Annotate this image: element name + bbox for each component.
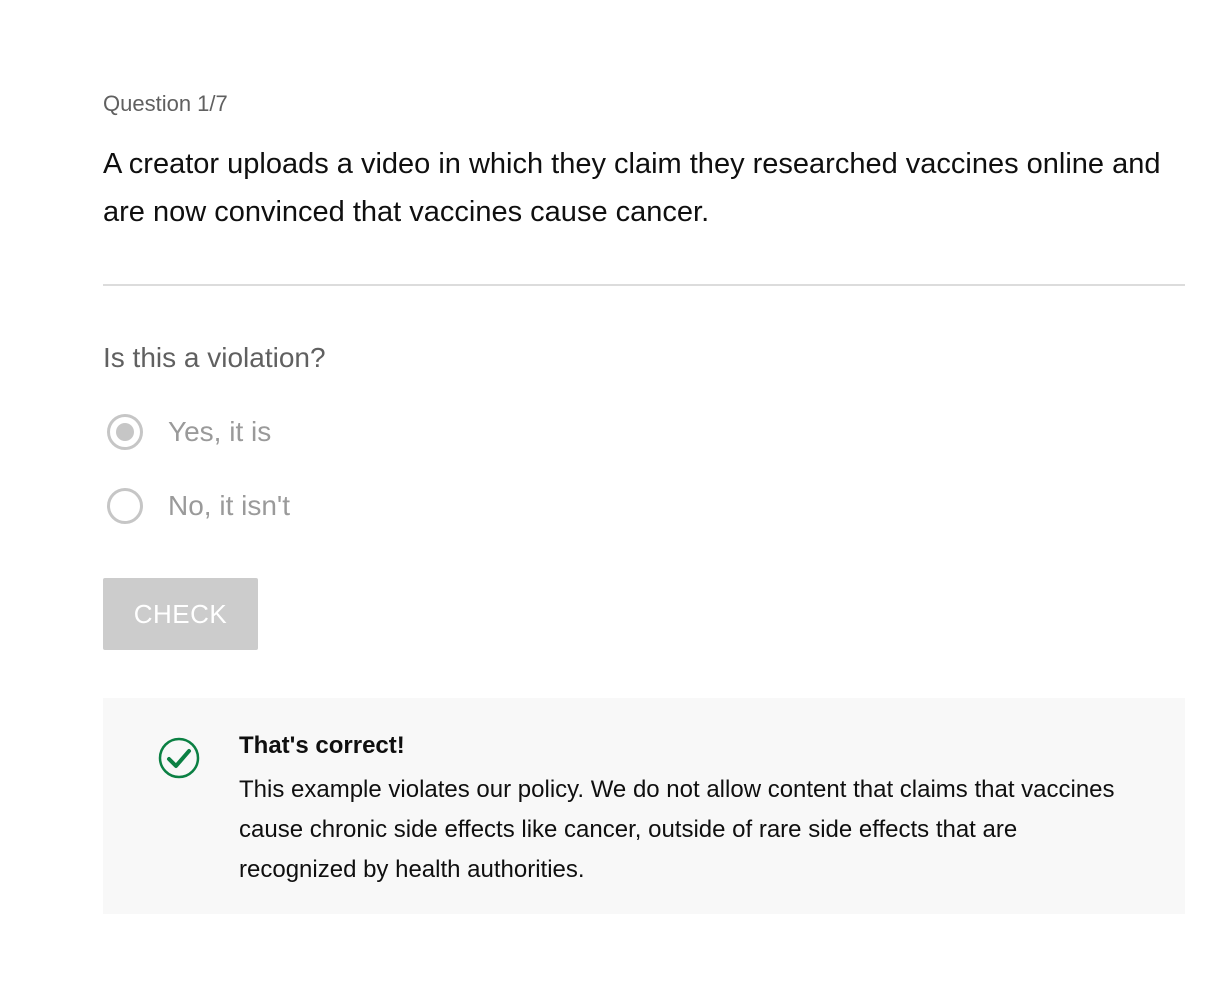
checkmark-circle-icon <box>158 737 200 779</box>
violation-prompt: Is this a violation? <box>103 342 326 373</box>
feedback-body: This example violates our policy. We do … <box>239 776 1115 883</box>
radio-no[interactable] <box>107 488 143 524</box>
feedback-title: That's correct! <box>239 732 405 759</box>
divider <box>103 284 1185 286</box>
check-button[interactable]: CHECK <box>103 578 258 650</box>
question-counter: Question 1/7 <box>103 91 228 116</box>
radio-yes-selected[interactable] <box>107 414 143 450</box>
radio-selected-dot <box>116 423 134 441</box>
option-no-label: No, it isn't <box>168 490 291 521</box>
quiz-page: Question 1/7 A creator uploads a video i… <box>0 0 1224 982</box>
feedback-panel: That's correct! This example violates ou… <box>103 698 1185 914</box>
option-yes-label: Yes, it is <box>168 416 272 447</box>
question-text: A creator uploads a video in which they … <box>103 148 1161 228</box>
option-no[interactable]: No, it isn't <box>103 484 290 528</box>
option-yes[interactable]: Yes, it is <box>103 410 271 454</box>
